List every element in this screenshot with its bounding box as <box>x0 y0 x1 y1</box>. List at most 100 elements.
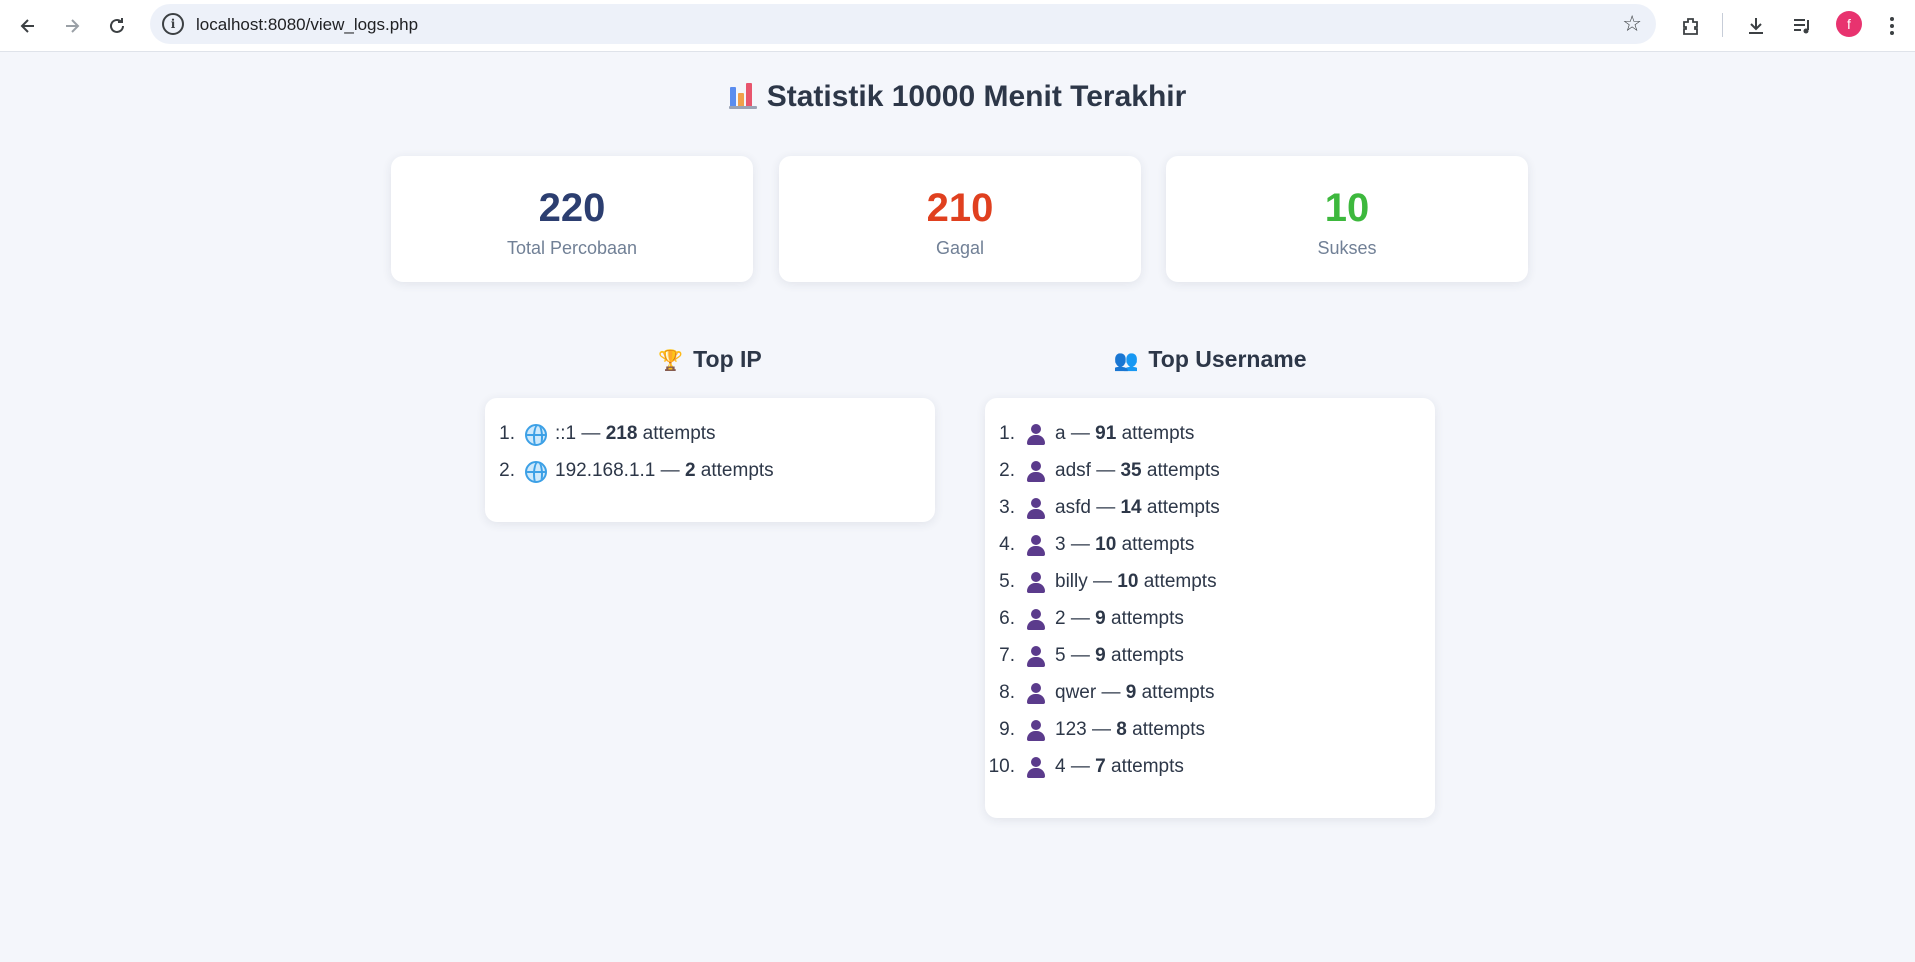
address-bar[interactable]: i localhost:8080/view_logs.php ☆ <box>150 4 1656 44</box>
stat-failed-label: Gagal <box>935 238 985 258</box>
list-item-text: 4 — 7 attempts <box>1055 756 1184 777</box>
list-item-text: adsf — 35 attempts <box>1055 460 1220 481</box>
list-item-count: 10 <box>1095 534 1117 555</box>
list-item: 9. 123 — 8 attempts <box>985 719 1435 749</box>
list-item-number: 4. <box>999 534 1015 555</box>
list-item-text: ::1 — 218 attempts <box>555 423 716 444</box>
list-item-count: 35 <box>1120 460 1142 481</box>
list-item-count: 7 <box>1095 756 1106 777</box>
list-item-count: 9 <box>1125 682 1137 703</box>
list-item-text: 192.168.1.1 — 2 attempts <box>555 460 774 481</box>
stat-success-value: 10 <box>1324 186 1370 230</box>
list-item: 6. 2 — 9 attempts <box>985 608 1435 638</box>
back-button[interactable] <box>10 8 46 44</box>
list-item-number: 6. <box>999 608 1015 629</box>
forward-button[interactable] <box>54 8 90 44</box>
list-item-number: 2. <box>499 460 515 481</box>
list-item-text: billy — 10 attempts <box>1055 571 1217 592</box>
list-item-suffix: attempts <box>1141 682 1215 703</box>
list-item: 1. a — 91 attempts <box>985 423 1435 453</box>
list-item: 5. billy — 10 attempts <box>985 571 1435 601</box>
top-username-title: Top Username <box>1148 346 1307 372</box>
reload-button[interactable] <box>99 8 135 44</box>
list-item-name: 4 <box>1055 756 1066 777</box>
user-icon <box>1025 424 1047 446</box>
stat-card-failed: 210 Gagal <box>779 156 1141 282</box>
list-item-text: 2 — 9 attempts <box>1055 608 1184 629</box>
list-item-count: 10 <box>1117 571 1139 592</box>
stat-total-label: Total Percobaan <box>506 238 638 258</box>
bar-chart-icon <box>728 81 757 109</box>
list-item-count: 91 <box>1095 423 1117 444</box>
user-icon <box>1025 535 1047 557</box>
list-item-count: 9 <box>1095 645 1106 666</box>
arrow-left-icon <box>20 19 34 33</box>
stat-success-label: Sukses <box>1317 238 1377 258</box>
list-item-suffix: attempts <box>1111 645 1184 666</box>
user-icon <box>1025 498 1047 520</box>
puzzle-icon <box>1683 18 1698 35</box>
downloads-button[interactable] <box>1740 10 1772 42</box>
list-item-name: qwer <box>1055 682 1097 703</box>
top-ip-list: 1.::1 — 218 attempts2. 192.168.1.1 — 2 at… <box>485 398 935 522</box>
profile-avatar[interactable]: f <box>1836 11 1862 37</box>
list-item-count: 2 <box>684 460 696 481</box>
list-item-name: adsf <box>1055 460 1091 481</box>
list-item-text: 123 — 8 attempts <box>1055 719 1205 740</box>
list-item-name: 2 <box>1055 608 1066 629</box>
list-item-count: 9 <box>1095 608 1106 629</box>
list-item: 3. asfd — 14 attempts <box>985 497 1435 527</box>
list-item-text: a — 91 attempts <box>1055 423 1195 444</box>
list-item: 10. 4 — 7 attempts <box>985 756 1435 786</box>
list-item-name: billy <box>1055 571 1088 592</box>
list-item-text: 3 — 10 attempts <box>1055 534 1195 555</box>
list-item-name: ::1 <box>555 423 577 444</box>
list-item-suffix: attempts <box>1143 571 1217 592</box>
list-item-number: 10. <box>988 756 1015 777</box>
top-ip-title: Top IP <box>693 346 762 372</box>
list-item: 8. qwer — 9 attempts <box>985 682 1435 712</box>
list-item-suffix: attempts <box>1111 608 1184 629</box>
stat-card-total: 220 Total Percobaan <box>391 156 753 282</box>
toolbar-divider <box>1722 13 1723 37</box>
list-item-name: a <box>1055 423 1066 444</box>
browser-toolbar: i localhost:8080/view_logs.php ☆ f <box>0 0 1915 52</box>
list-item-text: asfd — 14 attempts <box>1055 497 1220 518</box>
site-info-icon[interactable]: i <box>162 13 184 35</box>
list-item-number: 3. <box>999 497 1015 518</box>
list-item: 2. 192.168.1.1 — 2 attempts <box>485 460 935 490</box>
list-item-number: 8. <box>999 682 1015 703</box>
list-item-suffix: attempts <box>700 460 774 481</box>
user-icon <box>1025 461 1047 483</box>
trophy-icon: 🏆 <box>658 350 684 372</box>
browser-menu-button[interactable] <box>1876 10 1908 42</box>
bookmark-star-icon[interactable]: ☆ <box>1622 11 1642 37</box>
kebab-menu-icon <box>1890 17 1894 35</box>
list-item-number: 5. <box>999 571 1015 592</box>
url-text: localhost:8080/view_logs.php <box>196 15 419 34</box>
users-icon: 👥 <box>1113 350 1139 372</box>
list-item-suffix: attempts <box>1146 460 1220 481</box>
list-item: 2. adsf — 35 attempts <box>985 460 1435 490</box>
list-item-number: 1. <box>499 423 515 444</box>
page-title: Statistik 10000 Menit Terakhir <box>0 80 1915 114</box>
list-item-name: 3 <box>1055 534 1066 555</box>
list-item-count: 8 <box>1116 719 1127 740</box>
list-item-name: 5 <box>1055 645 1066 666</box>
arrow-right-icon <box>66 19 80 33</box>
list-item-suffix: attempts <box>1146 497 1220 518</box>
list-item-count: 218 <box>605 423 638 444</box>
list-item-suffix: attempts <box>642 423 716 444</box>
list-item-name: 123 <box>1055 719 1087 740</box>
list-item-suffix: attempts <box>1121 423 1195 444</box>
list-item-suffix: attempts <box>1121 534 1195 555</box>
top-username-list: 1. a — 91 attempts 2. adsf — 35 attempts 3. a… <box>985 398 1435 818</box>
media-controls-button[interactable] <box>1786 10 1818 42</box>
list-item-number: 1. <box>999 423 1015 444</box>
extensions-button[interactable] <box>1675 10 1707 42</box>
page-title-text: Statistik 10000 Menit Terakhir <box>766 80 1187 113</box>
list-item-text: qwer — 9 attempts <box>1055 682 1215 703</box>
list-item-number: 9. <box>999 719 1015 740</box>
list-item: 4. 3 — 10 attempts <box>985 534 1435 564</box>
stat-total-value: 220 <box>538 186 606 230</box>
